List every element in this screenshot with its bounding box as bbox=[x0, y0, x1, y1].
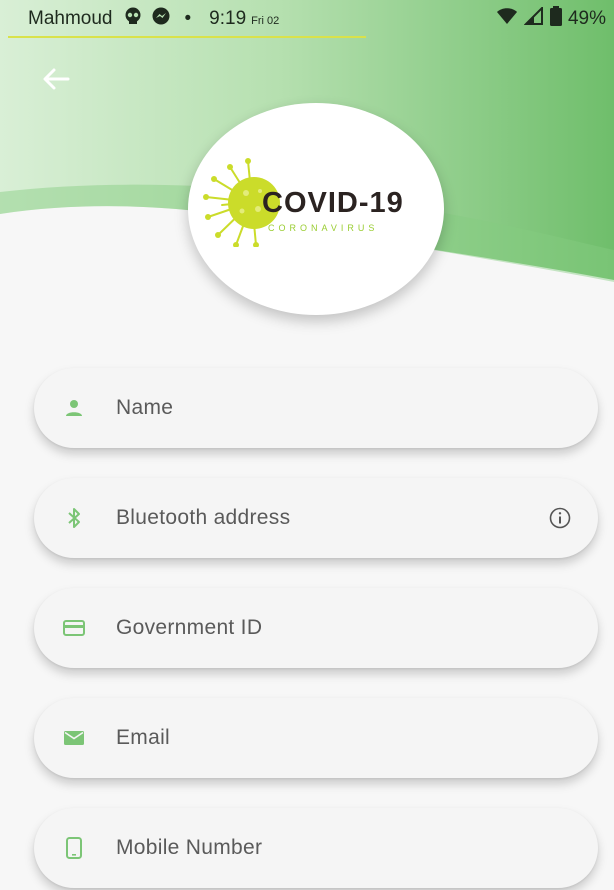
email-icon bbox=[64, 731, 84, 745]
bluetooth-field-placeholder: Bluetooth address bbox=[116, 506, 291, 529]
status-underline bbox=[8, 36, 366, 38]
skull-icon bbox=[123, 7, 143, 31]
bluetooth-icon bbox=[68, 508, 80, 528]
info-icon[interactable] bbox=[548, 506, 572, 530]
logo-title: COVID-19 bbox=[262, 187, 404, 219]
status-time: 9:19 bbox=[209, 8, 247, 29]
arrow-left-icon bbox=[43, 68, 70, 90]
person-icon bbox=[66, 400, 82, 416]
bluetooth-address-field[interactable]: Bluetooth address bbox=[34, 478, 598, 558]
mobile-number-placeholder: Mobile Number bbox=[116, 836, 263, 859]
email-placeholder: Email bbox=[116, 726, 171, 749]
messenger-icon bbox=[151, 6, 171, 32]
email-field[interactable]: Email bbox=[34, 698, 598, 778]
name-field-placeholder: Name bbox=[116, 396, 174, 419]
status-day: Fri 02 bbox=[251, 15, 280, 27]
smartphone-icon bbox=[66, 837, 82, 859]
name-field[interactable]: Name bbox=[34, 368, 598, 448]
carrier-name: Mahmoud bbox=[28, 8, 113, 29]
logo-subtitle: CORONAVIRUS bbox=[268, 223, 379, 233]
government-id-field[interactable]: Government ID bbox=[34, 588, 598, 668]
wifi-icon bbox=[496, 7, 518, 31]
notification-dot: • bbox=[184, 8, 192, 29]
signal-icon bbox=[523, 5, 544, 31]
back-button[interactable] bbox=[38, 64, 74, 94]
status-bar: Mahmoud • 9:19 Fri 02 49% bbox=[0, 0, 614, 38]
government-id-placeholder: Government ID bbox=[116, 616, 263, 639]
credit-card-icon bbox=[63, 620, 85, 636]
mobile-number-field[interactable]: Mobile Number bbox=[34, 808, 598, 888]
battery-percent: 49% bbox=[567, 8, 606, 29]
app-logo: COVID-19 CORONAVIRUS bbox=[188, 103, 444, 315]
battery-icon bbox=[549, 6, 562, 32]
